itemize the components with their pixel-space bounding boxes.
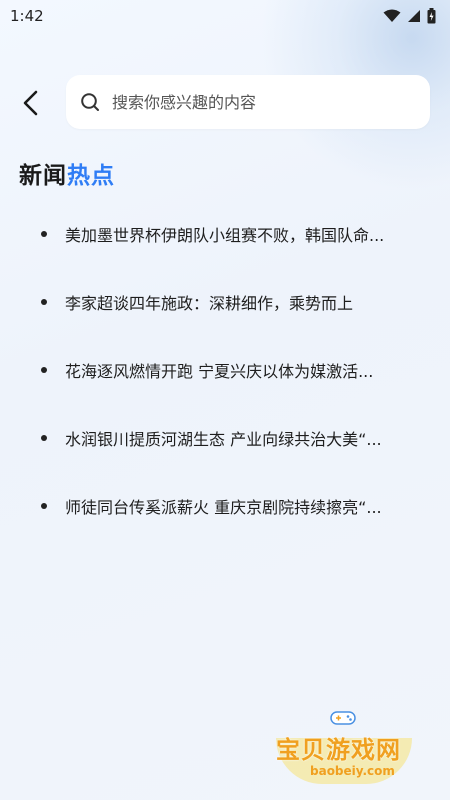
bullet-icon (41, 299, 47, 305)
battery-icon (427, 8, 436, 24)
section-title-part1: 新闻 (19, 163, 67, 189)
back-button[interactable] (14, 86, 48, 120)
watermark-url: baobeiy.com (310, 764, 395, 778)
news-headline: 花海逐风燃情开跑 宁夏兴庆以体为媒激活... (65, 362, 374, 381)
bullet-icon (41, 367, 47, 373)
bullet-icon (41, 503, 47, 509)
watermark-title: 宝贝游戏网 (276, 736, 401, 764)
search-bar[interactable] (66, 75, 430, 129)
search-icon (81, 93, 99, 111)
news-headline: 师徒同台传奚派薪火 重庆京剧院持续擦亮“... (65, 498, 382, 517)
gamepad-icon (330, 711, 356, 725)
search-input[interactable] (110, 91, 430, 113)
news-headline: 李家超谈四年施政：深耕细作，乘势而上 (65, 294, 354, 313)
bullet-icon (41, 231, 47, 237)
bullet-icon (41, 435, 47, 441)
status-bar: 1:42 (0, 0, 450, 32)
news-headline: 水润银川提质河湖生态 产业向绿共治大美“... (65, 430, 382, 449)
news-item[interactable]: 美加墨世界杯伊朗队小组赛不败，韩国队命... (0, 200, 450, 268)
back-arrow-icon (23, 90, 38, 116)
news-list: 美加墨世界杯伊朗队小组赛不败，韩国队命... 李家超谈四年施政：深耕细作，乘势而… (0, 200, 450, 540)
status-time: 1:42 (10, 7, 44, 25)
signal-icon (408, 10, 420, 22)
news-item[interactable]: 水润银川提质河湖生态 产业向绿共治大美“... (0, 404, 450, 472)
status-icons (383, 8, 436, 24)
wifi-icon (383, 9, 401, 22)
watermark-logo: 宝贝游戏网 baobeiy.com (270, 708, 420, 786)
section-title-part2: 热点 (67, 163, 115, 189)
news-headline: 美加墨世界杯伊朗队小组赛不败，韩国队命... (65, 226, 385, 245)
news-item[interactable]: 李家超谈四年施政：深耕细作，乘势而上 (0, 268, 450, 336)
section-title: 新闻热点 (19, 156, 115, 190)
news-item[interactable]: 花海逐风燃情开跑 宁夏兴庆以体为媒激活... (0, 336, 450, 404)
news-item[interactable]: 师徒同台传奚派薪火 重庆京剧院持续擦亮“... (0, 472, 450, 540)
